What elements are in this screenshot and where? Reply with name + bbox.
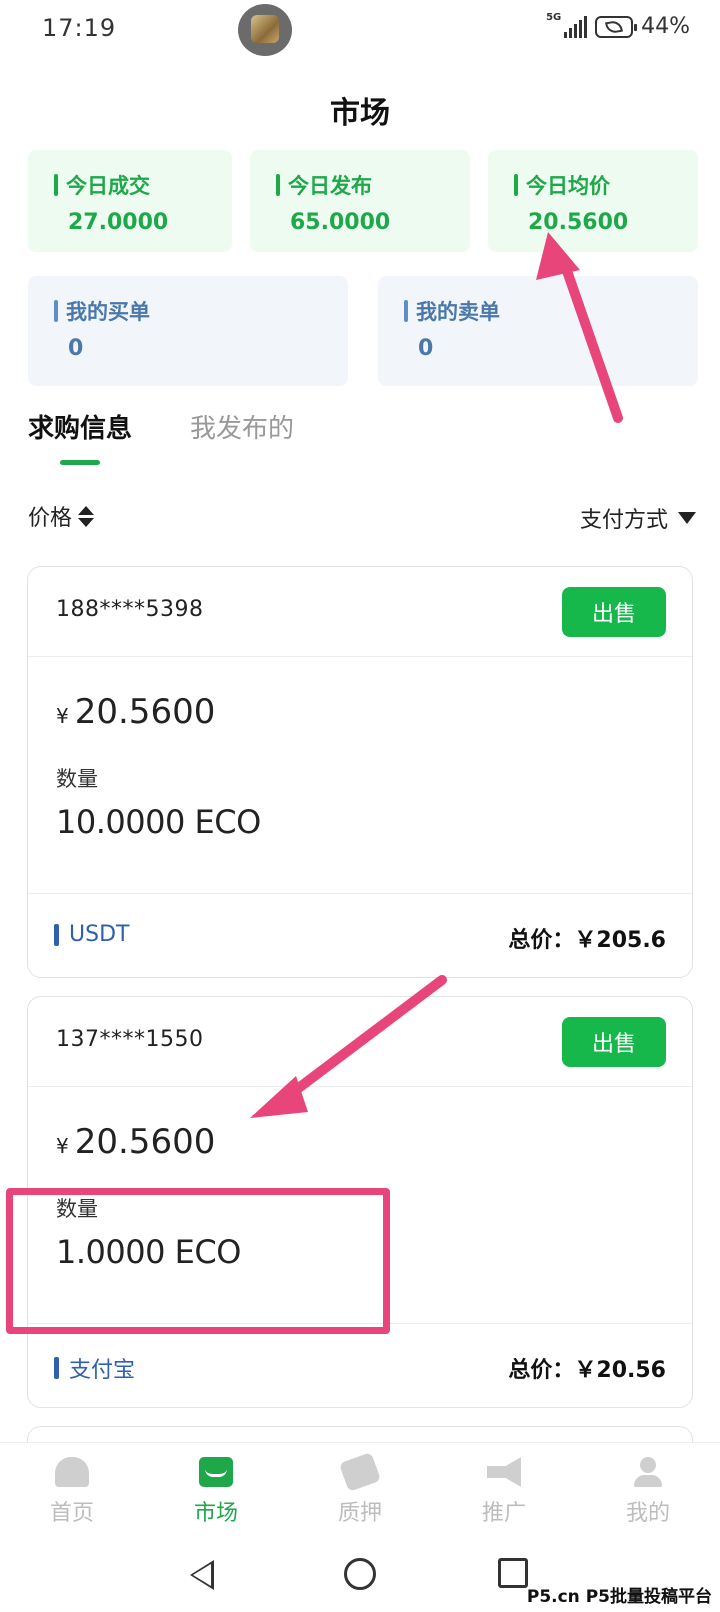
battery-percent: 44% <box>641 14 690 39</box>
caret-down-icon <box>678 512 696 524</box>
stat-value: 20.5600 <box>528 210 629 235</box>
order-price: ¥ 20.5600 <box>56 1122 215 1162</box>
handshake-icon <box>338 1452 382 1492</box>
payment-method: USDT <box>54 922 129 947</box>
payment-method-label: 支付方式 <box>579 508 668 533</box>
order-user: 137****1550 <box>56 1027 204 1052</box>
stat-my-sell-orders[interactable]: 我的卖单 0 <box>378 276 698 386</box>
stat-today-volume: 今日成交 27.0000 <box>28 150 232 252</box>
payment-method-dropdown[interactable]: 支付方式 <box>580 502 696 534</box>
home-icon <box>55 1457 89 1487</box>
watermark: P5.cn P5批量投稿平台 <box>526 1587 712 1607</box>
price-sort-button[interactable]: 价格 <box>28 500 95 532</box>
notification-avatar-icon <box>238 4 292 56</box>
home-circle-icon[interactable] <box>344 1558 376 1590</box>
order-qty-label: 数量 <box>56 767 98 791</box>
stat-label: 今日均价 <box>514 170 610 200</box>
sell-button[interactable]: 出售 <box>562 1017 666 1067</box>
nav-home[interactable]: 首页 <box>0 1443 144 1542</box>
battery-icon <box>595 15 638 38</box>
sell-button[interactable]: 出售 <box>562 587 666 637</box>
nav-label: 质押 <box>337 1501 382 1526</box>
nav-label: 我的 <box>625 1501 670 1526</box>
annotation-highlight-box <box>6 1188 390 1334</box>
order-price-value: 20.5600 <box>74 1122 216 1162</box>
page-title: 市场 <box>330 96 390 131</box>
tab-buy-requests[interactable]: 求购信息 <box>28 408 132 445</box>
order-card: 188****5398 出售 ¥ 20.5600 数量 10.0000 ECO … <box>27 566 693 978</box>
nav-label: 首页 <box>49 1501 94 1526</box>
back-icon[interactable] <box>190 1560 214 1590</box>
stat-label: 今日成交 <box>54 170 150 200</box>
stat-my-buy-orders[interactable]: 我的买单 0 <box>28 276 348 386</box>
order-card-header: 188****5398 出售 <box>28 567 692 657</box>
stat-value: 27.0000 <box>68 210 169 235</box>
order-total: 总价：￥205.6 <box>508 928 666 953</box>
nav-label: 推广 <box>481 1501 526 1526</box>
order-card-header: 137****1550 出售 <box>28 997 692 1087</box>
market-icon <box>199 1457 233 1487</box>
tab-my-posts[interactable]: 我发布的 <box>190 408 294 445</box>
tab-indicator <box>60 460 100 465</box>
order-card-footer: USDT 总价：￥205.6 <box>28 893 692 977</box>
nav-label: 市场 <box>193 1501 238 1526</box>
order-card-footer: 支付宝 总价：￥20.56 <box>28 1323 692 1407</box>
order-price-value: 20.5600 <box>74 692 216 732</box>
user-icon <box>631 1457 665 1487</box>
recents-icon[interactable] <box>498 1558 528 1588</box>
stat-value: 65.0000 <box>290 210 391 235</box>
stat-today-avg-price: 今日均价 20.5600 <box>488 150 698 252</box>
stat-today-posted: 今日发布 65.0000 <box>250 150 470 252</box>
stat-label: 今日发布 <box>276 170 372 200</box>
order-user: 188****5398 <box>56 597 204 622</box>
status-time: 17:19 <box>42 14 117 42</box>
bottom-nav: 首页 市场 质押 推广 我的 <box>0 1442 720 1542</box>
status-bar: 17:19 5G 44% <box>0 0 720 58</box>
stat-label: 我的买单 <box>54 296 150 326</box>
status-indicators: 5G 44% <box>546 12 690 40</box>
price-sort-label: 价格 <box>28 506 73 531</box>
payment-method: 支付宝 <box>54 1352 135 1384</box>
signal-icon: 5G <box>546 12 588 38</box>
stat-value: 0 <box>418 336 434 361</box>
stat-label: 我的卖单 <box>404 296 500 326</box>
order-qty: 10.0000 ECO <box>56 803 261 841</box>
order-price: ¥ 20.5600 <box>56 692 215 732</box>
nav-pledge[interactable]: 质押 <box>288 1443 432 1542</box>
stat-value: 0 <box>68 336 84 361</box>
nav-promote[interactable]: 推广 <box>432 1443 576 1542</box>
currency-symbol: ¥ <box>56 1134 69 1158</box>
sort-icon <box>78 505 95 527</box>
order-total: 总价：￥20.56 <box>508 1358 666 1383</box>
network-type: 5G <box>546 11 562 23</box>
nav-market[interactable]: 市场 <box>144 1443 288 1542</box>
currency-symbol: ¥ <box>56 704 69 728</box>
megaphone-icon <box>487 1457 521 1487</box>
nav-mine[interactable]: 我的 <box>576 1443 720 1542</box>
